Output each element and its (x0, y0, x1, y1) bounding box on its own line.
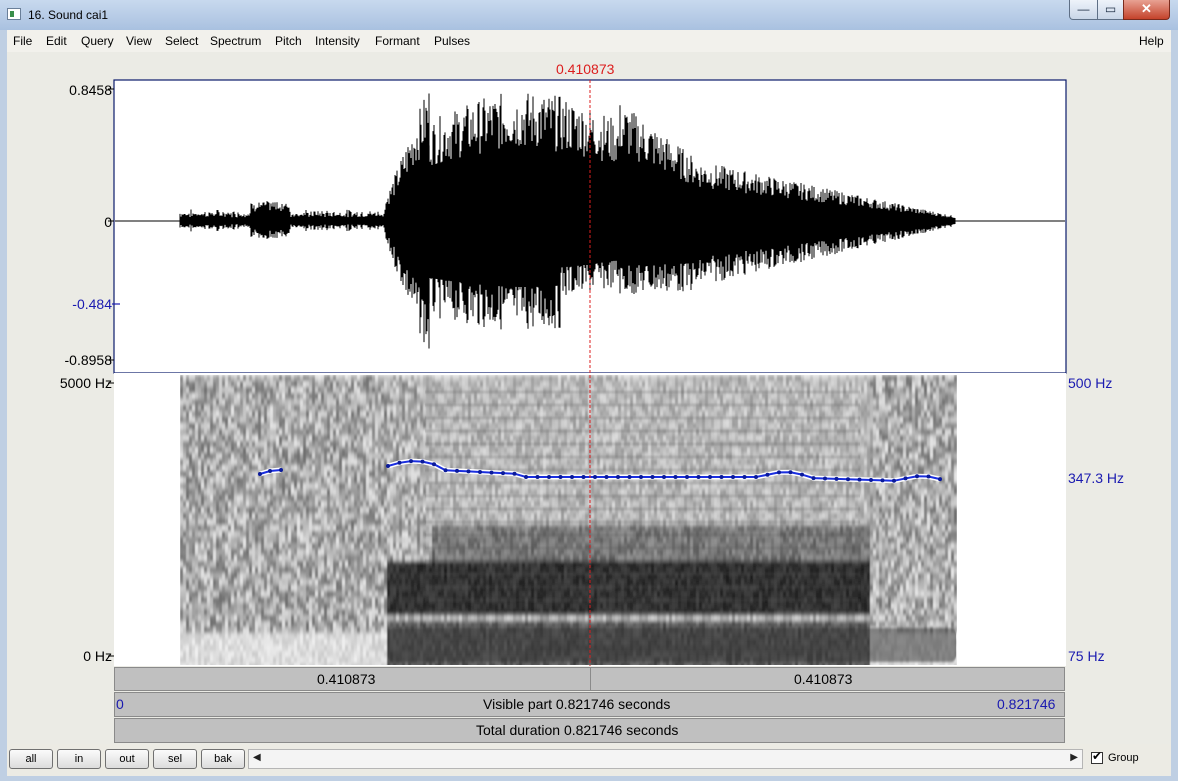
pitch-point (857, 477, 862, 482)
visible-part-label: Visible part 0.821746 seconds (483, 696, 671, 712)
pitch-point (754, 475, 758, 479)
cursor-time-label: 0.410873 (556, 61, 615, 77)
checkmark-icon: ✔ (1092, 749, 1103, 763)
pitch-point (443, 468, 448, 473)
pitch-point (279, 468, 283, 472)
pitch-point (708, 475, 712, 479)
waveform-min-label: -0.8958 (64, 352, 112, 368)
pitch-point (650, 475, 655, 479)
pitch-point (616, 475, 620, 479)
pitch-max-label: 500 Hz (1068, 375, 1113, 391)
zoom-back-button[interactable]: bak (201, 749, 245, 769)
pitch-point (512, 471, 517, 476)
selection-bar[interactable]: 0.410873 0.410873 (114, 667, 1065, 691)
spectrogram-min-freq-label: 0 Hz (83, 648, 112, 664)
total-duration-bar[interactable]: Total duration 0.821746 seconds (114, 718, 1065, 743)
pitch-point (696, 475, 701, 479)
pitch-value-label: 347.3 Hz (1068, 470, 1125, 486)
pitch-point (800, 472, 804, 477)
pitch-point (915, 474, 919, 479)
pitch-min-label: 75 Hz (1068, 648, 1105, 664)
horizontal-scrollbar[interactable]: ◀ ▶ (248, 749, 1083, 769)
pitch-point (604, 475, 609, 479)
pitch-point (386, 464, 390, 468)
pitch-point (903, 476, 908, 481)
scroll-right-icon[interactable]: ▶ (1070, 752, 1078, 763)
pitch-point (788, 470, 793, 475)
visible-part-bar[interactable]: 0 Visible part 0.821746 seconds 0.821746 (114, 692, 1065, 717)
pitch-point (662, 475, 666, 479)
pitch-point (627, 475, 632, 479)
pitch-point (397, 460, 402, 465)
pitch-point (478, 470, 482, 474)
right-segment-time[interactable]: 0.410873 (794, 671, 852, 687)
pitch-point (501, 471, 505, 476)
pitch-point (570, 475, 574, 479)
zoom-out-button[interactable]: out (105, 749, 149, 769)
pitch-point (869, 478, 873, 483)
scroll-left-icon[interactable]: ◀ (253, 752, 261, 763)
total-duration-label: Total duration 0.821746 seconds (476, 722, 679, 738)
pitch-point (719, 475, 724, 479)
pitch-point (432, 462, 436, 467)
waveform-zero-label: 0 (104, 214, 112, 230)
visible-start-time: 0 (116, 696, 124, 712)
pitch-point (524, 475, 528, 479)
pitch-point (880, 478, 885, 483)
pitch-point (811, 476, 816, 481)
pitch-point (558, 475, 563, 479)
zoom-all-button[interactable]: all (9, 749, 53, 769)
pitch-point (938, 477, 942, 482)
spectrogram-max-freq-label: 5000 Hz (59, 375, 112, 391)
pitch-point (777, 470, 781, 475)
pitch-point (823, 476, 827, 481)
pitch-point (489, 470, 494, 475)
zoom-sel-button[interactable]: sel (153, 749, 197, 769)
pitch-point (268, 469, 272, 473)
pitch-point (892, 478, 896, 483)
pitch-point (742, 475, 747, 479)
selection-divider (590, 668, 591, 690)
pitch-point (547, 475, 551, 479)
waveform-marker-label: -0.484 (72, 296, 112, 312)
pitch-point (593, 475, 597, 479)
pitch-point (765, 472, 770, 477)
pitch-point (639, 475, 643, 479)
pitch-point (846, 477, 850, 482)
pitch-point (535, 475, 540, 479)
zoom-in-button[interactable]: in (57, 749, 101, 769)
pitch-point (731, 475, 735, 479)
pitch-point (420, 459, 425, 464)
pitch-point (409, 459, 413, 464)
pitch-point (466, 469, 471, 474)
sound-editor-graphics (108, 79, 1067, 666)
pitch-point (581, 475, 586, 479)
pitch-point (673, 475, 678, 479)
group-label: Group (1108, 752, 1139, 764)
pitch-point (926, 474, 931, 479)
pitch-point (685, 475, 689, 479)
pitch-point (258, 472, 262, 476)
pitch-point (455, 468, 459, 473)
visible-end-time: 0.821746 (997, 696, 1056, 712)
pitch-point (834, 476, 839, 481)
waveform-max-label: 0.8458 (69, 82, 112, 98)
left-segment-time[interactable]: 0.410873 (317, 671, 375, 687)
